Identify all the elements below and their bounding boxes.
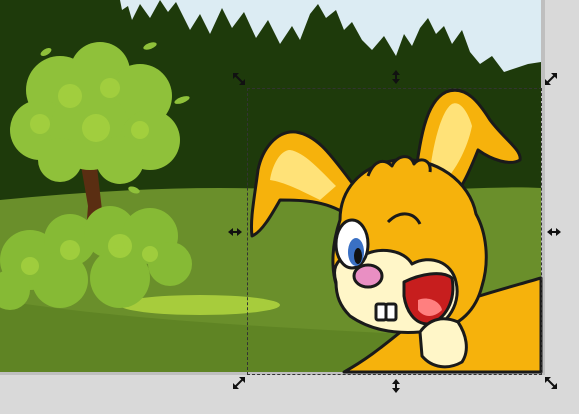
scale-handle-bottom-center[interactable]: [389, 379, 403, 393]
horizontal-scale-arrow-icon: [228, 228, 242, 236]
artwork[interactable]: [0, 0, 579, 414]
diagonal-scale-arrow-icon: [545, 73, 557, 85]
vertical-scale-arrow-icon: [392, 379, 400, 393]
diagonal-scale-arrow-icon: [233, 73, 245, 85]
diagonal-scale-arrow-icon: [545, 377, 557, 389]
scale-handle-middle-right[interactable]: [547, 225, 561, 239]
scale-handle-middle-left[interactable]: [228, 225, 242, 239]
drawing-canvas[interactable]: [0, 0, 579, 414]
scale-handle-bottom-left[interactable]: [232, 376, 246, 390]
scale-handle-bottom-right[interactable]: [544, 376, 558, 390]
scale-handle-top-left[interactable]: [232, 72, 246, 86]
horizontal-scale-arrow-icon: [547, 228, 561, 236]
diagonal-scale-arrow-icon: [233, 377, 245, 389]
vertical-scale-arrow-icon: [392, 70, 400, 84]
scale-handle-top-right[interactable]: [544, 72, 558, 86]
scale-handle-top-center[interactable]: [389, 70, 403, 84]
